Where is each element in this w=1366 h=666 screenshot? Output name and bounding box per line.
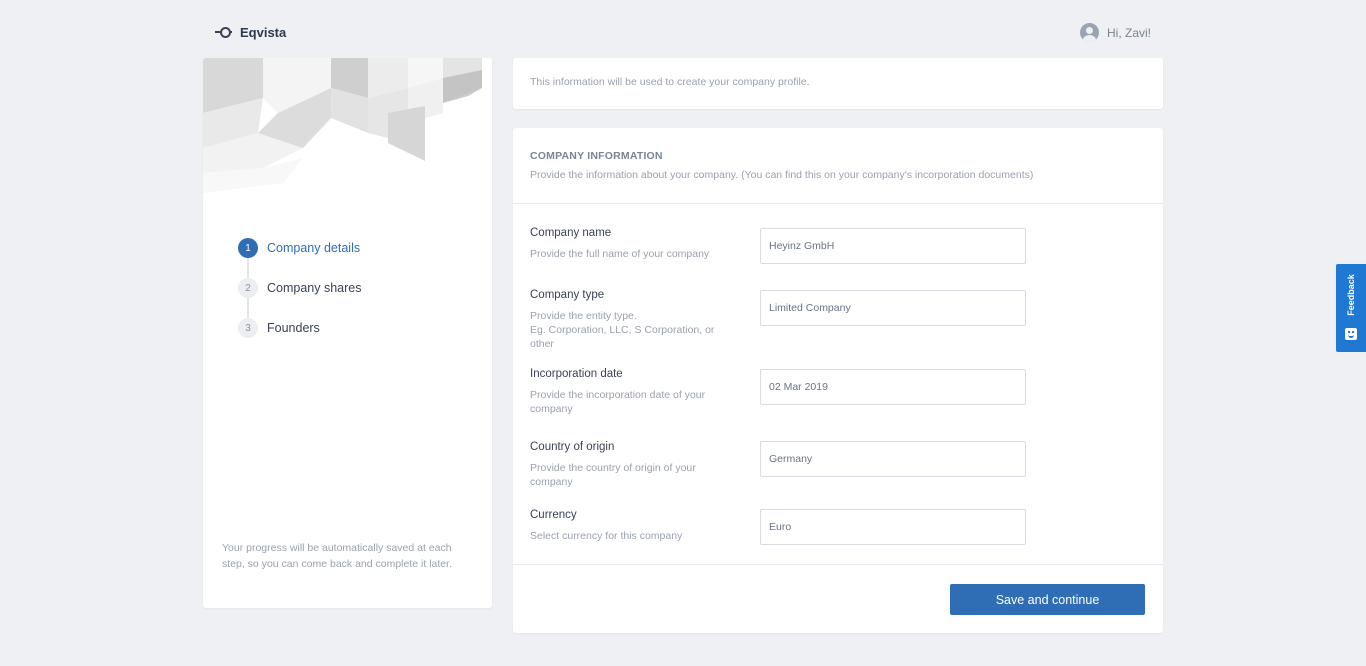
eqvista-logo-icon bbox=[215, 24, 233, 40]
company-name-input[interactable] bbox=[760, 228, 1026, 264]
step-company-details[interactable]: 1 Company details bbox=[238, 238, 362, 278]
step-number: 3 bbox=[238, 318, 258, 338]
field-label: Company type bbox=[530, 289, 605, 301]
brand-logo[interactable]: Eqvista bbox=[215, 24, 286, 40]
step-number: 2 bbox=[238, 278, 258, 298]
field-label: Country of origin bbox=[530, 441, 615, 453]
step-connector bbox=[247, 298, 249, 318]
smiley-icon bbox=[1345, 328, 1357, 340]
feedback-tab[interactable]: Feedback bbox=[1336, 264, 1366, 352]
info-card: This information will be used to create … bbox=[513, 58, 1163, 109]
step-label: Company details bbox=[267, 241, 361, 255]
field-help: Provide the entity type. Eg. Corporation… bbox=[530, 310, 715, 350]
field-label: Currency bbox=[530, 509, 577, 521]
footer-divider bbox=[513, 564, 1163, 565]
country-of-origin-input[interactable] bbox=[760, 441, 1026, 477]
info-text: This information will be used to create … bbox=[530, 76, 810, 88]
section-divider bbox=[513, 203, 1163, 204]
step-label: Founders bbox=[267, 321, 320, 335]
feedback-label-wrap: Feedback bbox=[1336, 270, 1366, 320]
field-help: Provide the full name of your company bbox=[530, 248, 710, 260]
step-number: 1 bbox=[238, 238, 258, 258]
field-label: Incorporation date bbox=[530, 368, 623, 380]
brand-name: Eqvista bbox=[240, 24, 287, 40]
user-greeting: Hi, Zavi! bbox=[1106, 25, 1151, 40]
field-help: Provide the country of origin of your co… bbox=[530, 462, 696, 488]
field-help: Select currency for this company bbox=[530, 530, 683, 542]
feedback-label: Feedback bbox=[1346, 274, 1356, 316]
incorporation-date-input[interactable] bbox=[760, 369, 1026, 405]
step-company-shares[interactable]: 2 Company shares bbox=[238, 278, 362, 318]
autosave-note: Your progress will be automatically save… bbox=[222, 542, 452, 570]
step-founders[interactable]: 3 Founders bbox=[238, 318, 362, 338]
step-connector bbox=[247, 258, 249, 278]
currency-input[interactable] bbox=[760, 509, 1026, 545]
user-menu[interactable]: Hi, Zavi! bbox=[1079, 23, 1151, 42]
company-type-input[interactable] bbox=[760, 290, 1026, 326]
step-label: Company shares bbox=[267, 281, 362, 295]
company-information-form: COMPANY INFORMATION Provide the informat… bbox=[513, 128, 1163, 633]
field-label: Company name bbox=[530, 227, 612, 239]
save-and-continue-button[interactable]: Save and continue bbox=[950, 584, 1145, 615]
top-bar: Eqvista Hi, Zavi! bbox=[0, 0, 1366, 58]
section-title: COMPANY INFORMATION bbox=[530, 150, 663, 162]
hero-illustration bbox=[203, 58, 492, 208]
field-help: Provide the incorporation date of your c… bbox=[530, 389, 706, 415]
sidebar: 1 Company details 2 Company shares 3 Fou… bbox=[203, 58, 492, 608]
section-description: Provide the information about your compa… bbox=[530, 169, 1034, 181]
user-avatar-icon bbox=[1079, 23, 1099, 42]
progress-steps: 1 Company details 2 Company shares 3 Fou… bbox=[238, 238, 362, 358]
